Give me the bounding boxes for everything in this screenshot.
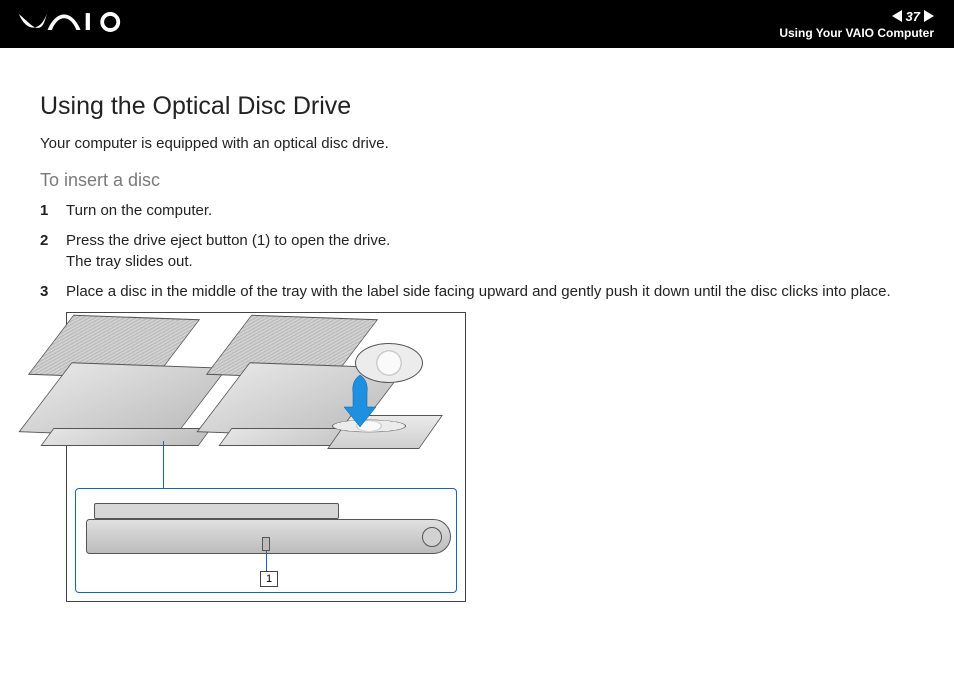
illustration-container: 1 bbox=[66, 312, 914, 602]
vaio-logo bbox=[18, 11, 128, 38]
side-view-panel: 1 bbox=[75, 488, 457, 593]
page-header: 37 Using Your VAIO Computer bbox=[0, 0, 954, 48]
side-keys bbox=[94, 503, 339, 519]
list-item: 2 Press the drive eject button (1) to op… bbox=[40, 231, 914, 272]
list-item: 3 Place a disc in the middle of the tray… bbox=[40, 282, 914, 302]
step-text: Press the drive eject button (1) to open… bbox=[66, 231, 914, 272]
page-title: Using the Optical Disc Drive bbox=[40, 92, 914, 121]
step-number: 3 bbox=[40, 282, 66, 302]
power-button-icon bbox=[422, 527, 442, 547]
illustration-frame: 1 bbox=[66, 312, 466, 602]
intro-text: Your computer is equipped with an optica… bbox=[40, 135, 914, 152]
laptop-left-front bbox=[40, 428, 211, 446]
list-item: 1 Turn on the computer. bbox=[40, 201, 914, 221]
insert-arrow-icon bbox=[338, 373, 382, 434]
nav-prev-icon[interactable] bbox=[892, 10, 902, 22]
subheading: To insert a disc bbox=[40, 170, 914, 191]
page-content: Using the Optical Disc Drive Your comput… bbox=[0, 48, 954, 602]
nav-next-icon[interactable] bbox=[924, 10, 934, 22]
step-number: 2 bbox=[40, 231, 66, 272]
step-list: 1 Turn on the computer. 2 Press the driv… bbox=[40, 201, 914, 302]
callout-line-2 bbox=[266, 551, 267, 571]
eject-button-mark bbox=[262, 537, 270, 551]
step-text: Place a disc in the middle of the tray w… bbox=[66, 282, 914, 302]
page-nav: 37 bbox=[892, 9, 934, 24]
step-text: Turn on the computer. bbox=[66, 201, 914, 221]
header-right: 37 Using Your VAIO Computer bbox=[779, 9, 934, 40]
page-number: 37 bbox=[906, 9, 920, 24]
callout-label: 1 bbox=[260, 571, 278, 587]
step-number: 1 bbox=[40, 201, 66, 221]
section-label: Using Your VAIO Computer bbox=[779, 26, 934, 40]
